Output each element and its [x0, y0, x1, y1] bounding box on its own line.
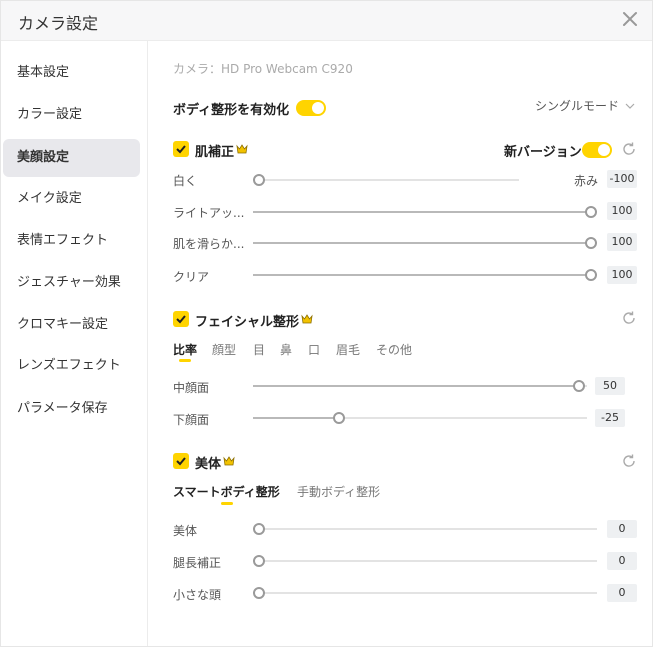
slider-knob[interactable]	[253, 587, 265, 599]
slider-knob[interactable]	[253, 174, 265, 186]
body-shaping-label: ボディ整形を有効化	[173, 103, 290, 118]
sidebar-item-label: 表情エフェクト	[17, 233, 109, 248]
value-box[interactable]: -100	[607, 170, 637, 188]
skin-correction-checkbox[interactable]	[173, 141, 189, 157]
mode-select-value: シングルモード	[535, 99, 620, 113]
camera-settings-window: カメラ設定 基本設定 カラー設定 美顔設定 メイク設定 表情エフェクト ジェスチ…	[0, 0, 653, 647]
leg-length-slider[interactable]	[253, 555, 597, 567]
sidebar-item-label: カラー設定	[17, 107, 83, 122]
active-tab-underline	[179, 359, 191, 362]
tab-manual-body[interactable]: 手動ボディ整形	[297, 483, 380, 500]
value-box[interactable]: 100	[607, 266, 637, 284]
tab-ratio[interactable]: 比率	[173, 341, 197, 358]
chevron-down-icon	[625, 103, 635, 109]
tab-smart-body[interactable]: スマートボディ整形	[173, 483, 280, 500]
sidebar-item-label: メイク設定	[17, 191, 82, 206]
sidebar-item-save-params[interactable]: パラメータ保存	[3, 390, 140, 428]
active-tab-underline	[221, 502, 233, 505]
slider-label-lightup: ライトアッ...	[173, 206, 245, 220]
slider-knob[interactable]	[253, 523, 265, 535]
sidebar-item-label: パラメータ保存	[17, 401, 108, 416]
close-button[interactable]	[619, 8, 641, 30]
clear-slider[interactable]	[253, 269, 597, 281]
slider-label-whiten: 白く	[173, 174, 198, 188]
check-icon	[176, 457, 186, 466]
sidebar-item-label: クロマキー設定	[17, 317, 109, 332]
facial-shaping-title: フェイシャル整形	[195, 315, 300, 330]
crown-icon	[301, 314, 313, 324]
value-box[interactable]: -25	[595, 409, 625, 427]
slider-knob[interactable]	[585, 206, 597, 218]
slider-label-small-head: 小さな頭	[173, 588, 222, 602]
refresh-icon[interactable]	[621, 310, 637, 326]
check-icon	[176, 315, 186, 324]
smooth-skin-slider[interactable]	[253, 237, 597, 249]
sidebar-item-basic[interactable]: 基本設定	[3, 54, 140, 92]
slider-knob[interactable]	[573, 380, 585, 392]
sidebar-item-chromakey[interactable]: クロマキー設定	[3, 306, 140, 344]
slider-label-smooth: 肌を滑らか...	[173, 237, 245, 251]
refresh-icon[interactable]	[621, 141, 637, 157]
value-box[interactable]: 100	[607, 233, 637, 251]
sidebar-item-gesture[interactable]: ジェスチャー効果	[3, 264, 140, 302]
value-box[interactable]: 100	[607, 202, 637, 220]
tab-mouth[interactable]: 口	[308, 341, 320, 358]
body-beauty-checkbox[interactable]	[173, 453, 189, 469]
sidebar: 基本設定 カラー設定 美顔設定 メイク設定 表情エフェクト ジェスチャー効果 ク…	[1, 41, 148, 646]
crown-icon	[236, 144, 248, 154]
slider-label-redness: 赤み	[574, 174, 599, 188]
camera-label: カメラ：HD Pro Webcam C920	[173, 62, 353, 76]
mode-select[interactable]: シングルモード	[535, 97, 619, 114]
facial-shaping-checkbox[interactable]	[173, 311, 189, 327]
slider-label-leg: 腿長補正	[173, 556, 222, 570]
slider-knob[interactable]	[585, 237, 597, 249]
new-version-label: 新バージョン	[504, 145, 582, 160]
slider-knob[interactable]	[253, 555, 265, 567]
window-title: カメラ設定	[18, 14, 99, 33]
sidebar-item-label: レンズエフェクト	[17, 358, 121, 373]
lightup-slider[interactable]	[253, 206, 597, 218]
value-box[interactable]: 0	[607, 552, 637, 570]
skin-correction-title: 肌補正	[195, 145, 235, 160]
slider-label-body: 美体	[173, 524, 198, 538]
crown-icon	[223, 456, 235, 466]
small-head-slider[interactable]	[253, 587, 597, 599]
refresh-icon[interactable]	[621, 453, 637, 469]
tab-eyebrows[interactable]: 眉毛	[336, 341, 360, 358]
value-box[interactable]: 0	[607, 584, 637, 602]
slider-label-midface: 中顔面	[173, 381, 210, 395]
lowerface-slider[interactable]	[253, 412, 587, 424]
sidebar-item-label: 美顔設定	[17, 150, 70, 165]
tab-other[interactable]: その他	[376, 341, 412, 358]
check-icon	[176, 145, 186, 154]
slider-knob[interactable]	[333, 412, 345, 424]
close-icon	[623, 12, 637, 26]
slider-label-clear: クリア	[173, 270, 210, 284]
sidebar-item-label: 基本設定	[17, 65, 70, 80]
midface-slider[interactable]	[253, 380, 587, 392]
new-version-toggle[interactable]	[582, 142, 612, 158]
sidebar-item-makeup[interactable]: メイク設定	[3, 180, 140, 218]
sidebar-item-color[interactable]: カラー設定	[3, 96, 140, 134]
body-beauty-title: 美体	[195, 457, 222, 472]
sidebar-item-expression[interactable]: 表情エフェクト	[3, 222, 140, 260]
value-box[interactable]: 0	[607, 520, 637, 538]
title-bar: カメラ設定	[1, 1, 652, 41]
value-box[interactable]: 50	[595, 377, 625, 395]
tab-face-shape[interactable]: 顔型	[212, 341, 236, 358]
body-slider[interactable]	[253, 523, 597, 535]
tab-nose[interactable]: 鼻	[280, 341, 292, 358]
sidebar-item-lens[interactable]: レンズエフェクト	[3, 347, 140, 385]
slider-label-lowerface: 下顔面	[173, 413, 210, 427]
body-shaping-toggle[interactable]	[296, 100, 326, 116]
sidebar-item-beauty[interactable]: 美顔設定	[3, 139, 140, 177]
slider-knob[interactable]	[585, 269, 597, 281]
whiten-redness-slider[interactable]	[253, 174, 519, 186]
sidebar-item-label: ジェスチャー効果	[17, 275, 121, 290]
tab-eyes[interactable]: 目	[253, 341, 265, 358]
beauty-settings-panel: カメラ：HD Pro Webcam C920 ボディ整形を有効化 シングルモード…	[149, 42, 652, 646]
